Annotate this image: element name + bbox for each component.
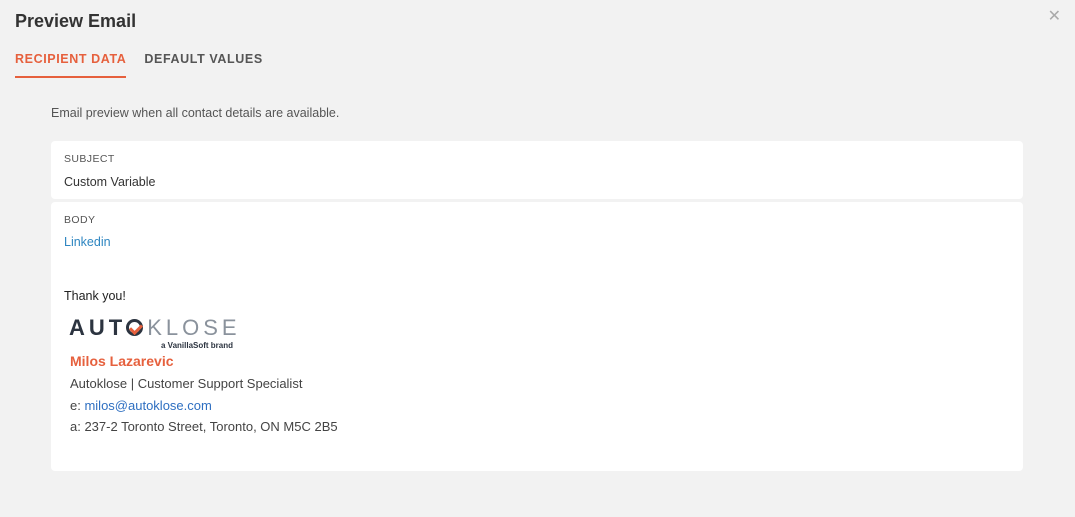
preview-email-dialog: Preview Email ✕ RECIPIENT DATA DEFAULT V… (0, 0, 1075, 517)
tab-recipient-data[interactable]: RECIPIENT DATA (15, 50, 127, 78)
subject-value: Custom Variable (64, 175, 156, 189)
signature-address: a: 237-2 Toronto Street, Toronto, ON M5C… (70, 419, 338, 434)
signature-email-line: e: milos@autoklose.com (70, 398, 212, 413)
logo-word-light: KLOSE (147, 315, 241, 340)
signature-role: Autoklose | Customer Support Specialist (70, 376, 303, 391)
thanks-text: Thank you! (64, 289, 126, 303)
intro-text: Email preview when all contact details a… (51, 106, 340, 120)
signature-name: Milos Lazarevic (70, 353, 174, 369)
signature-email-prefix: e: (70, 398, 85, 413)
subject-card: SUBJECT Custom Variable (51, 141, 1023, 199)
logo-tagline: a VanillaSoft brand (161, 341, 234, 350)
body-card: BODY Linkedin Thank you! AUT KLOSE a Vani… (51, 202, 1023, 471)
check-circle-icon (126, 319, 144, 336)
dialog-title: Preview Email (15, 11, 137, 31)
tab-default-values[interactable]: DEFAULT VALUES (144, 50, 262, 78)
tab-bar: RECIPIENT DATA DEFAULT VALUES (15, 50, 281, 78)
autoklose-logo: AUT KLOSE a VanillaSoft brand (69, 317, 259, 353)
signature-email-link[interactable]: milos@autoklose.com (84, 398, 211, 413)
linkedin-link[interactable]: Linkedin (64, 235, 111, 249)
close-icon[interactable]: ✕ (1048, 9, 1061, 25)
body-label: BODY (64, 214, 96, 226)
logo-word-dark: AUT (69, 315, 127, 340)
subject-label: SUBJECT (64, 153, 115, 165)
